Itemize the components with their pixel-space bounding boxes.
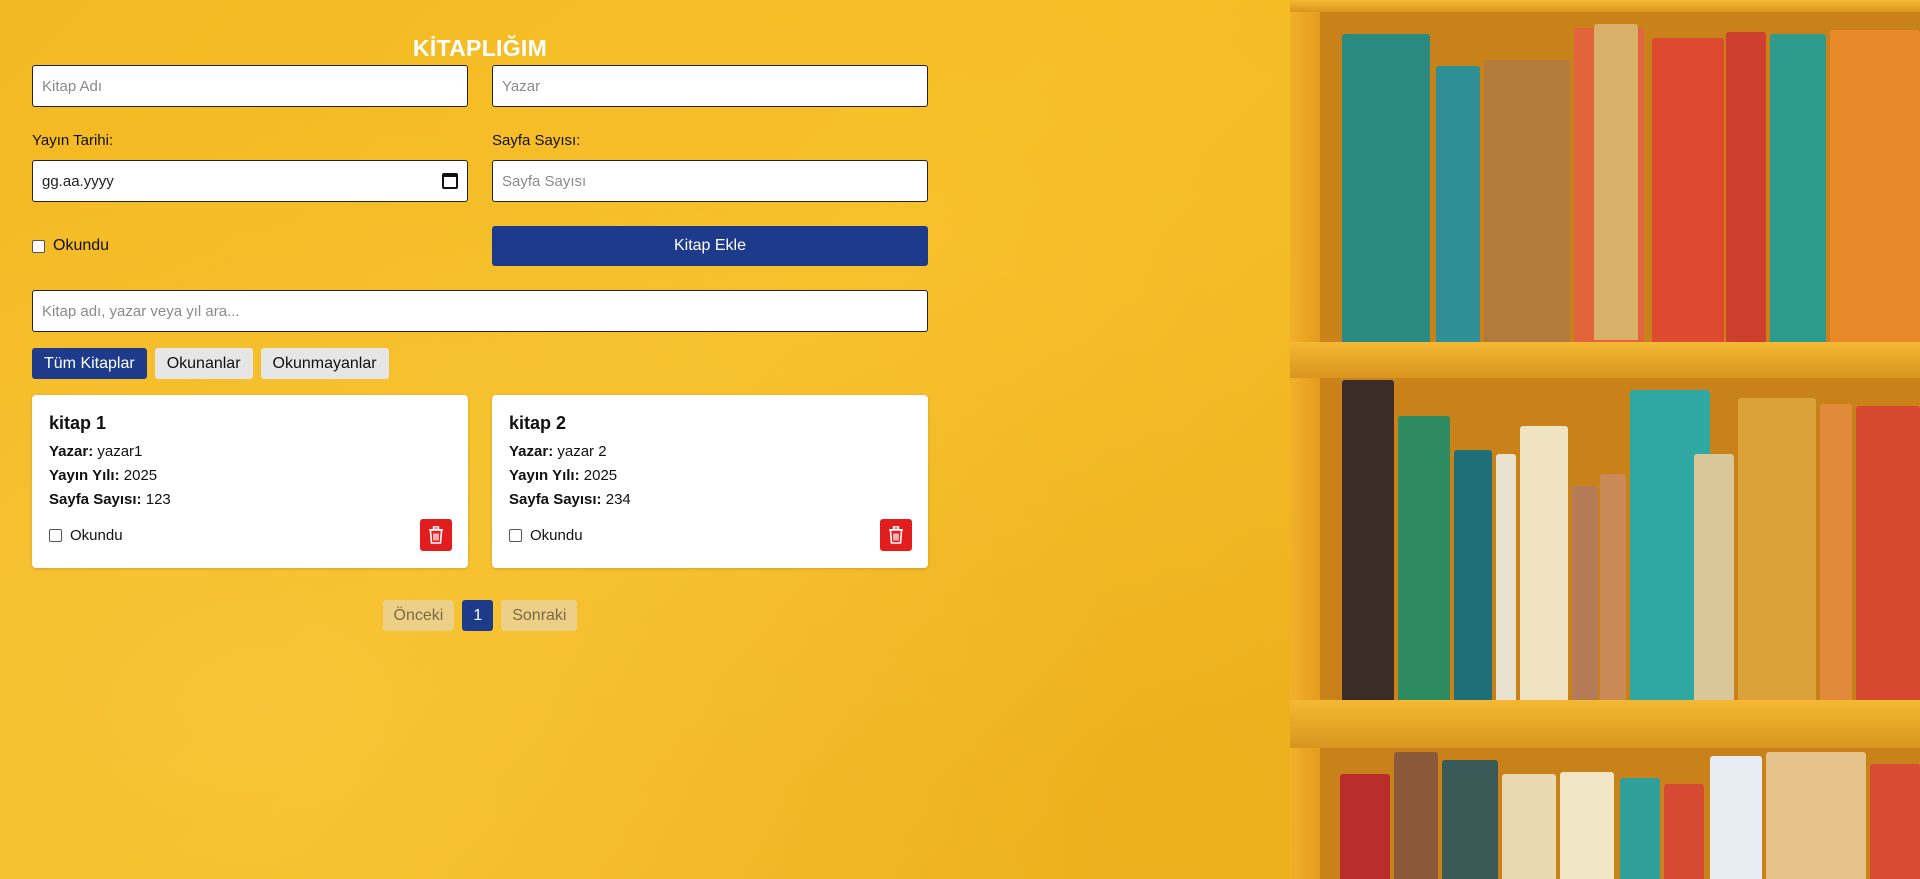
book-read-checkbox[interactable] [509, 528, 522, 542]
author-input[interactable] [492, 65, 928, 107]
page-title: KİTAPLIĞIM [412, 35, 548, 61]
year-label: Yayın Yılı: [509, 467, 580, 484]
author-label: Yazar: [509, 443, 554, 460]
book-spine [1398, 416, 1450, 700]
book-year-line: Yayın Yılı: 2025 [509, 464, 912, 488]
year-label: Yayın Yılı: [49, 467, 120, 484]
page-1-button[interactable]: 1 [462, 600, 494, 631]
book-title: kitap 1 [49, 413, 107, 433]
book-spine [1342, 34, 1430, 342]
delete-book-button[interactable] [420, 519, 452, 551]
book-year-line: Yayın Yılı: 2025 [49, 464, 452, 488]
book-spine [1726, 32, 1766, 342]
read-checkbox[interactable] [32, 239, 45, 253]
book-pages: 123 [145, 491, 171, 508]
book-spine [1572, 486, 1598, 700]
book-spine [1856, 406, 1920, 700]
publish-date-input[interactable]: gg.aa.yyyy [32, 160, 468, 202]
book-author: yazar 2 [557, 443, 607, 460]
book-spine [1766, 752, 1866, 879]
book-spine [1560, 772, 1614, 879]
book-name-input[interactable] [32, 65, 468, 107]
page-count-label: Sayfa Sayısı: [492, 132, 581, 149]
bookshelf-image [1290, 0, 1920, 879]
book-spine [1830, 30, 1920, 342]
book-spine [1484, 60, 1570, 342]
delete-book-button[interactable] [880, 519, 912, 551]
shelf-board [1290, 342, 1920, 378]
prev-page-button[interactable]: Önceki [382, 600, 455, 631]
book-read-checkbox[interactable] [49, 528, 62, 542]
book-spine [1770, 34, 1826, 342]
page-count-input[interactable] [492, 160, 928, 202]
book-spine [1454, 450, 1492, 700]
book-spine [1520, 426, 1568, 700]
book-app: KİTAPLIĞIM Yayın Tarihi: gg.aa.yyyy Sayf… [32, 28, 928, 631]
book-year: 2025 [123, 467, 158, 484]
add-book-button[interactable]: Kitap Ekle [492, 226, 928, 266]
book-pages-line: Sayfa Sayısı: 234 [509, 488, 912, 512]
book-spine [1710, 756, 1762, 879]
trash-icon [429, 526, 443, 544]
pages-label: Sayfa Sayısı: [509, 491, 602, 508]
publish-date-label: Yayın Tarihi: [32, 132, 114, 149]
trash-icon [889, 526, 903, 544]
book-spine [1442, 760, 1498, 879]
shelf-board [1290, 700, 1920, 748]
book-spine [1436, 66, 1480, 342]
book-year: 2025 [583, 467, 618, 484]
book-spine [1820, 404, 1852, 700]
book-spine [1342, 380, 1394, 700]
book-title: kitap 2 [509, 413, 567, 433]
book-spine [1340, 774, 1390, 879]
filter-bar: Tüm Kitaplar Okunanlar Okunmayanlar [32, 348, 928, 379]
book-card: kitap 1 Yazar: yazar1 Yayın Yılı: 2025 S… [32, 395, 468, 568]
book-read-row: Okundu [49, 527, 123, 544]
book-spine [1694, 454, 1734, 700]
book-pages: 234 [605, 491, 631, 508]
publish-date-value: gg.aa.yyyy [42, 172, 114, 190]
filter-all-button[interactable]: Tüm Kitaplar [32, 348, 147, 379]
pagination: Önceki 1 Sonraki [32, 600, 928, 631]
pages-label: Sayfa Sayısı: [49, 491, 142, 508]
book-spine [1664, 784, 1704, 879]
book-pages-line: Sayfa Sayısı: 123 [49, 488, 452, 512]
calendar-icon[interactable] [442, 173, 458, 189]
book-spine [1600, 474, 1626, 700]
book-author: yazar1 [97, 443, 143, 460]
read-checkbox-row: Okundu [32, 237, 468, 255]
book-author-line: Yazar: yazar1 [49, 440, 452, 464]
book-author-line: Yazar: yazar 2 [509, 440, 912, 464]
book-read-label: Okundu [70, 526, 123, 544]
author-label: Yazar: [49, 443, 94, 460]
read-checkbox-label: Okundu [53, 237, 110, 254]
book-card-actions: Okundu [49, 519, 452, 551]
book-spine [1502, 774, 1556, 879]
book-spine [1620, 778, 1660, 879]
next-page-button[interactable]: Sonraki [501, 600, 578, 631]
book-card-actions: Okundu [509, 519, 912, 551]
book-read-label: Okundu [530, 526, 583, 544]
book-spine [1738, 398, 1816, 700]
book-spine [1496, 454, 1516, 700]
book-card: kitap 2 Yazar: yazar 2 Yayın Yılı: 2025 … [492, 395, 928, 568]
shelf-top [1290, 0, 1920, 12]
book-spine [1394, 752, 1438, 879]
book-spine [1870, 764, 1920, 879]
filter-read-button[interactable]: Okunanlar [154, 348, 253, 379]
book-read-row: Okundu [509, 527, 583, 544]
filter-unread-button[interactable]: Okunmayanlar [260, 348, 389, 379]
book-spine [1652, 38, 1724, 342]
book-list: kitap 1 Yazar: yazar1 Yayın Yılı: 2025 S… [32, 395, 928, 568]
search-input[interactable] [32, 290, 928, 332]
book-spine [1594, 24, 1638, 340]
